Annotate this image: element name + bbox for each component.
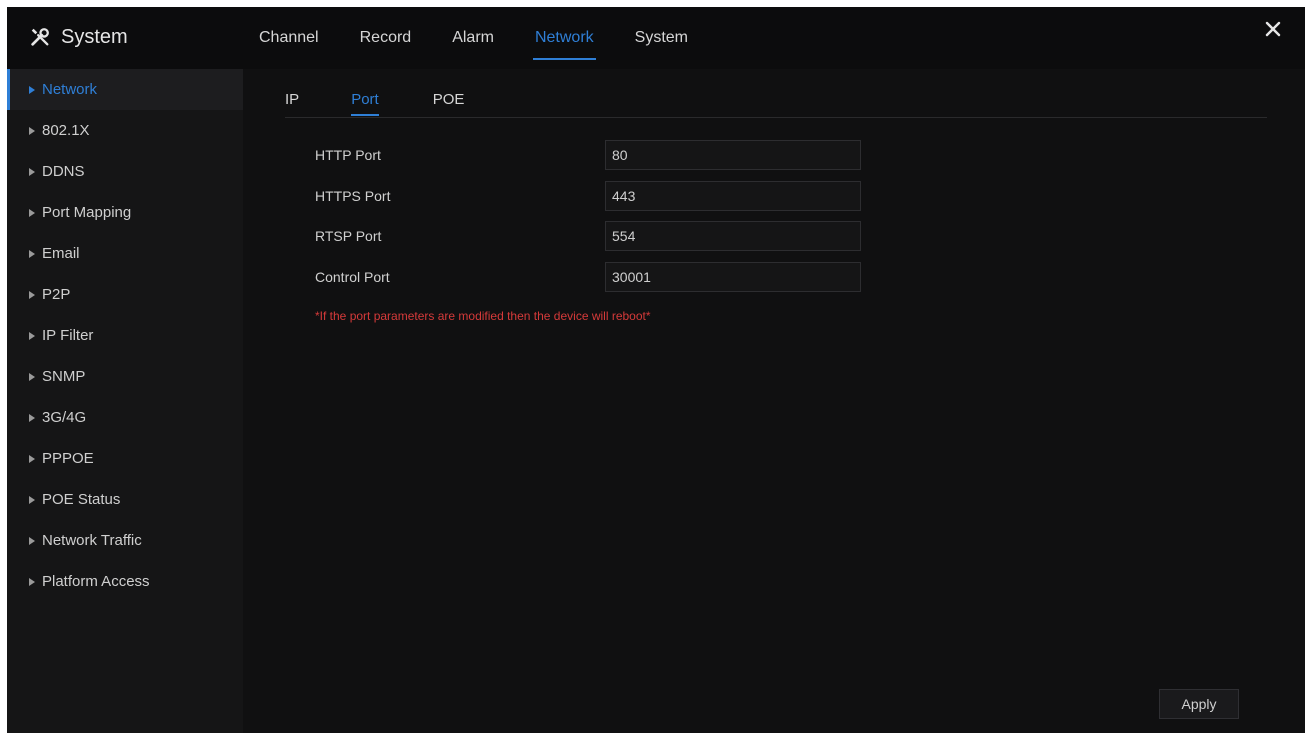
- triangle-right-icon: [29, 331, 35, 340]
- control-port-row: Control Port: [315, 261, 875, 293]
- header-bar: System Channel Record Alarm Network Syst…: [7, 7, 1305, 69]
- close-icon[interactable]: [1261, 17, 1285, 41]
- sidebar-item-poe-status[interactable]: POE Status: [7, 479, 243, 520]
- triangle-right-icon: [29, 372, 35, 381]
- control-port-input[interactable]: [605, 262, 861, 292]
- sidebar-item-label: Platform Access: [42, 573, 150, 590]
- triangle-right-icon: [29, 495, 35, 504]
- https-port-input[interactable]: [605, 181, 861, 211]
- sidebar-item-label: SNMP: [42, 368, 86, 385]
- sidebar-item-8021x[interactable]: 802.1X: [7, 110, 243, 151]
- sidebar-item-label: Port Mapping: [42, 204, 132, 221]
- tab-alarm[interactable]: Alarm: [452, 25, 494, 51]
- sidebar-item-snmp[interactable]: SNMP: [7, 356, 243, 397]
- triangle-right-icon: [29, 85, 35, 94]
- triangle-right-icon: [29, 536, 35, 545]
- sidebar: Network 802.1X DDNS Port Mapping Email P…: [7, 69, 243, 733]
- tab-record[interactable]: Record: [360, 25, 412, 51]
- tab-network[interactable]: Network: [532, 25, 596, 60]
- triangle-right-icon: [29, 249, 35, 258]
- sidebar-item-platform-access[interactable]: Platform Access: [7, 561, 243, 602]
- sidebar-item-label: 3G/4G: [42, 409, 87, 426]
- rtsp-port-row: RTSP Port: [315, 220, 875, 252]
- sidebar-item-email[interactable]: Email: [7, 233, 243, 274]
- app-title: System: [61, 25, 128, 48]
- tab-system[interactable]: System: [635, 25, 688, 51]
- sidebar-item-p2p[interactable]: P2P: [7, 274, 243, 315]
- triangle-right-icon: [29, 290, 35, 299]
- triangle-right-icon: [29, 454, 35, 463]
- sidebar-item-label: 802.1X: [42, 122, 90, 139]
- triangle-right-icon: [29, 208, 35, 217]
- subtab-port[interactable]: Port: [351, 91, 379, 116]
- sidebar-item-label: IP Filter: [42, 327, 94, 344]
- main-content: IP Port POE HTTP Port HTTPS Port RTSP Po…: [243, 69, 1305, 733]
- rtsp-port-input[interactable]: [605, 221, 861, 251]
- control-port-label: Control Port: [315, 269, 390, 285]
- sidebar-item-port-mapping[interactable]: Port Mapping: [7, 192, 243, 233]
- http-port-label: HTTP Port: [315, 147, 381, 163]
- top-nav: Channel Record Alarm Network System: [259, 7, 729, 69]
- sidebar-item-label: POE Status: [42, 491, 121, 508]
- sidebar-item-pppoe[interactable]: PPPOE: [7, 438, 243, 479]
- triangle-right-icon: [29, 577, 35, 586]
- subtab-poe[interactable]: POE: [433, 91, 465, 108]
- sidebar-item-label: DDNS: [42, 163, 85, 180]
- app-brand: System: [29, 17, 128, 57]
- http-port-input[interactable]: [605, 140, 861, 170]
- reboot-warning: *If the port parameters are modified the…: [315, 309, 651, 323]
- sidebar-item-network-traffic[interactable]: Network Traffic: [7, 520, 243, 561]
- subtab-ip[interactable]: IP: [285, 91, 299, 108]
- sidebar-item-label: Email: [42, 245, 80, 262]
- settings-window: System Channel Record Alarm Network Syst…: [7, 7, 1305, 733]
- sub-tabs: IP Port POE: [285, 81, 1267, 118]
- sidebar-item-label: Network: [42, 81, 98, 98]
- triangle-right-icon: [29, 126, 35, 135]
- triangle-right-icon: [29, 167, 35, 176]
- sidebar-item-label: P2P: [42, 286, 71, 303]
- rtsp-port-label: RTSP Port: [315, 228, 382, 244]
- triangle-right-icon: [29, 413, 35, 422]
- sidebar-item-label: Network Traffic: [42, 532, 142, 549]
- tab-channel[interactable]: Channel: [259, 25, 319, 51]
- https-port-label: HTTPS Port: [315, 188, 391, 204]
- sidebar-item-label: PPPOE: [42, 450, 94, 467]
- https-port-row: HTTPS Port: [315, 180, 875, 212]
- wrench-screwdriver-icon: [31, 28, 49, 46]
- sidebar-item-ddns[interactable]: DDNS: [7, 151, 243, 192]
- apply-button[interactable]: Apply: [1159, 689, 1239, 719]
- http-port-row: HTTP Port: [315, 139, 875, 171]
- sidebar-item-network[interactable]: Network: [7, 69, 243, 110]
- sidebar-item-ip-filter[interactable]: IP Filter: [7, 315, 243, 356]
- sidebar-item-3g4g[interactable]: 3G/4G: [7, 397, 243, 438]
